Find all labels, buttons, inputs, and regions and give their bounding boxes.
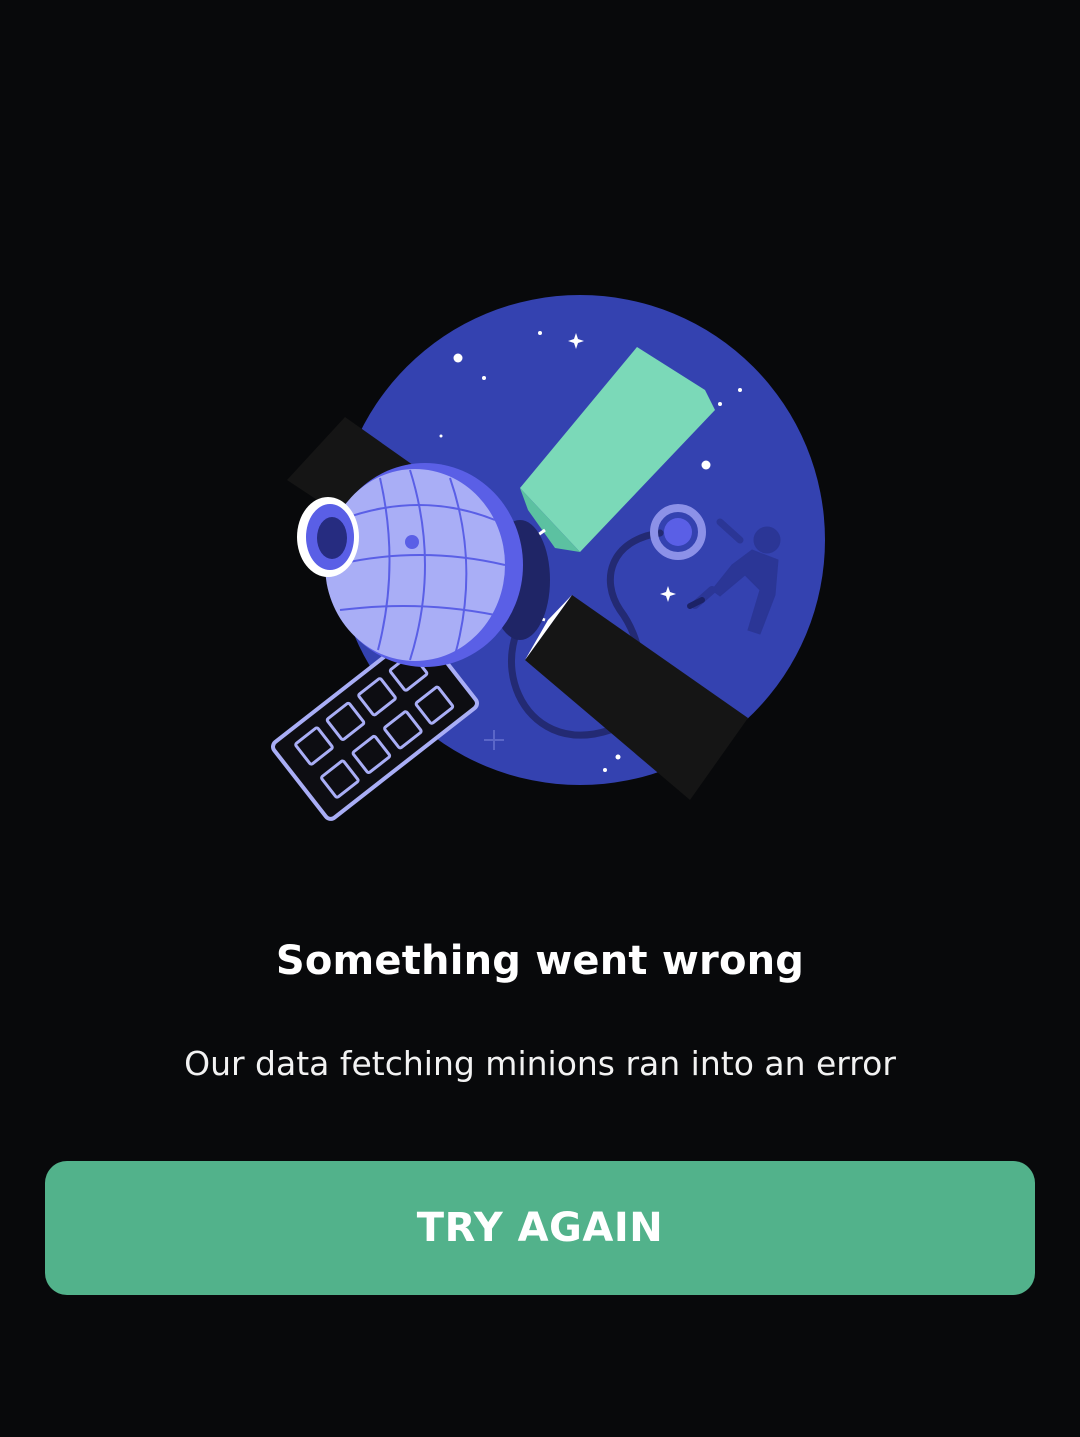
error-message: Our data fetching minions ran into an er… — [184, 1044, 896, 1083]
error-title: Something went wrong — [275, 938, 805, 984]
try-again-button[interactable]: TRY AGAIN — [45, 1161, 1035, 1295]
satellite-illustration — [240, 270, 860, 830]
